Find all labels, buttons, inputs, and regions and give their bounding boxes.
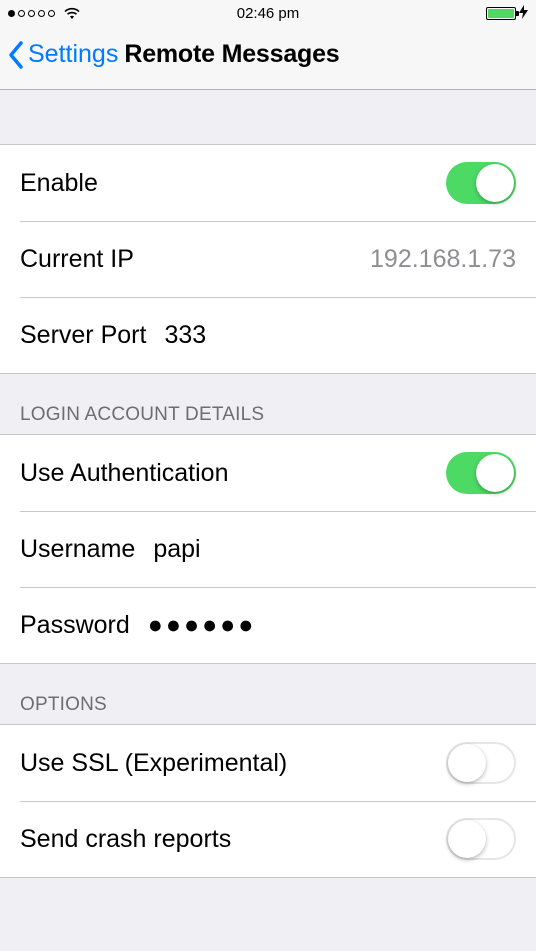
password-label: Password [20, 611, 130, 640]
options-header: OPTIONS [0, 664, 536, 724]
battery-icon [486, 7, 516, 20]
use-auth-row[interactable]: Use Authentication [0, 435, 536, 511]
navigation-bar: Settings Remote Messages [0, 26, 536, 90]
login-section: LOGIN ACCOUNT DETAILS Use Authentication… [0, 374, 536, 664]
username-value[interactable]: papi [153, 535, 200, 564]
current-ip-value: 192.168.1.73 [370, 245, 516, 274]
enable-label: Enable [20, 169, 98, 198]
crash-reports-label: Send crash reports [20, 825, 231, 854]
use-auth-switch[interactable] [446, 452, 516, 494]
use-auth-label: Use Authentication [20, 459, 228, 488]
login-header: LOGIN ACCOUNT DETAILS [0, 374, 536, 434]
username-row[interactable]: Username papi [0, 511, 536, 587]
back-label: Settings [28, 40, 118, 69]
enable-switch[interactable] [446, 162, 516, 204]
back-chevron-icon [8, 41, 24, 69]
login-group: Use Authentication Username papi Passwor… [0, 434, 536, 664]
server-port-value[interactable]: 333 [164, 321, 206, 350]
password-row[interactable]: Password ●●●●●● [0, 587, 536, 663]
page-title: Remote Messages [124, 40, 339, 69]
current-ip-row: Current IP 192.168.1.73 [0, 221, 536, 297]
current-ip-label: Current IP [20, 245, 134, 274]
server-port-label: Server Port [20, 321, 146, 350]
status-time: 02:46 pm [237, 5, 300, 22]
options-section: OPTIONS Use SSL (Experimental) Send cras… [0, 664, 536, 878]
wifi-icon [63, 6, 81, 20]
enable-row[interactable]: Enable [0, 145, 536, 221]
status-right [486, 5, 528, 21]
crash-reports-row[interactable]: Send crash reports [0, 801, 536, 877]
status-left [8, 6, 81, 20]
crash-reports-switch[interactable] [446, 818, 516, 860]
username-label: Username [20, 535, 135, 564]
password-value[interactable]: ●●●●●● [148, 611, 257, 640]
server-group: Enable Current IP 192.168.1.73 Server Po… [0, 144, 536, 374]
back-button[interactable]: Settings [8, 40, 118, 69]
status-bar: 02:46 pm [0, 0, 536, 26]
use-ssl-switch[interactable] [446, 742, 516, 784]
signal-strength-icon [8, 10, 55, 17]
charging-icon [519, 5, 528, 21]
options-group: Use SSL (Experimental) Send crash report… [0, 724, 536, 878]
server-port-row[interactable]: Server Port 333 [0, 297, 536, 373]
use-ssl-label: Use SSL (Experimental) [20, 749, 287, 778]
use-ssl-row[interactable]: Use SSL (Experimental) [0, 725, 536, 801]
